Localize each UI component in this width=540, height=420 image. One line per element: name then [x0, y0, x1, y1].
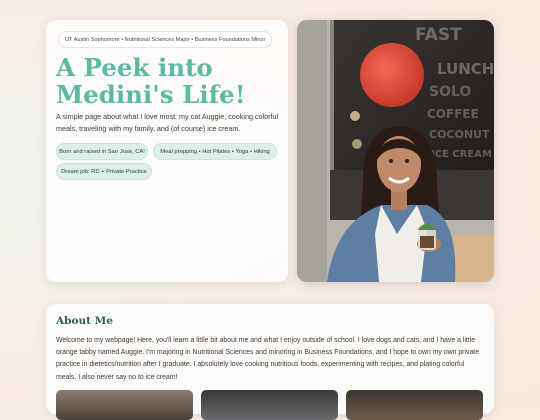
chip-hometown: Born and raised in San Jose, CA!	[56, 143, 148, 160]
page-title: A Peek into Medini's Life!	[56, 53, 246, 109]
about-section: About Me Welcome to my webpage! Here, yo…	[46, 304, 494, 420]
svg-text:LUNCH: LUNCH	[437, 60, 494, 78]
about-photo-3	[346, 390, 483, 420]
tagline-pill: UT Austin Sophomore • Nutritional Scienc…	[58, 31, 272, 48]
hero-card: UT Austin Sophomore • Nutritional Scienc…	[46, 20, 288, 282]
profile-photo-image: FAST LUNCH SOLO COFFEE COCONUT MILK ICE …	[297, 20, 494, 282]
about-photo-1	[56, 390, 193, 420]
about-heading: About Me	[56, 315, 113, 327]
profile-photo: FAST LUNCH SOLO COFFEE COCONUT MILK ICE …	[297, 20, 494, 282]
chip-dream-job: Dream job: RD + Private Practice	[56, 163, 152, 180]
chip-hobbies: Meal prepping • Hot Pilates • Yoga • Hik…	[153, 143, 277, 160]
svg-text:COCONUT MILK: COCONUT MILK	[429, 128, 494, 141]
intro-text: A simple page about what I love most: my…	[56, 112, 279, 133]
about-body: Welcome to my webpage! Here, you'll lear…	[56, 337, 480, 381]
about-photo-2	[201, 390, 338, 420]
svg-text:SOLO: SOLO	[429, 84, 471, 100]
svg-text:FAST: FAST	[415, 25, 462, 45]
svg-text:COFFEE: COFFEE	[427, 107, 479, 121]
red-lamp	[360, 43, 424, 107]
svg-text:ICE CREAM: ICE CREAM	[431, 149, 492, 160]
